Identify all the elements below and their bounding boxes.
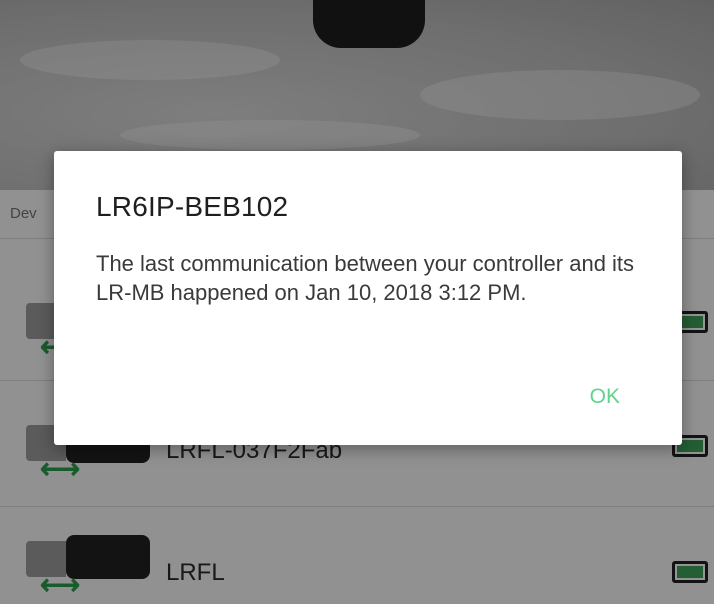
dialog-title: LR6IP-BEB102	[96, 191, 289, 222]
app-screen: Dev ⟷ ⟷ LRFL-037F2Fab ⟷ LRFL LR6IP-BEB10	[0, 0, 714, 604]
ok-button[interactable]: OK	[588, 381, 622, 413]
dialog-message: The last communication between your cont…	[96, 251, 635, 305]
alert-dialog: LR6IP-BEB102 The last communication betw…	[54, 151, 682, 445]
